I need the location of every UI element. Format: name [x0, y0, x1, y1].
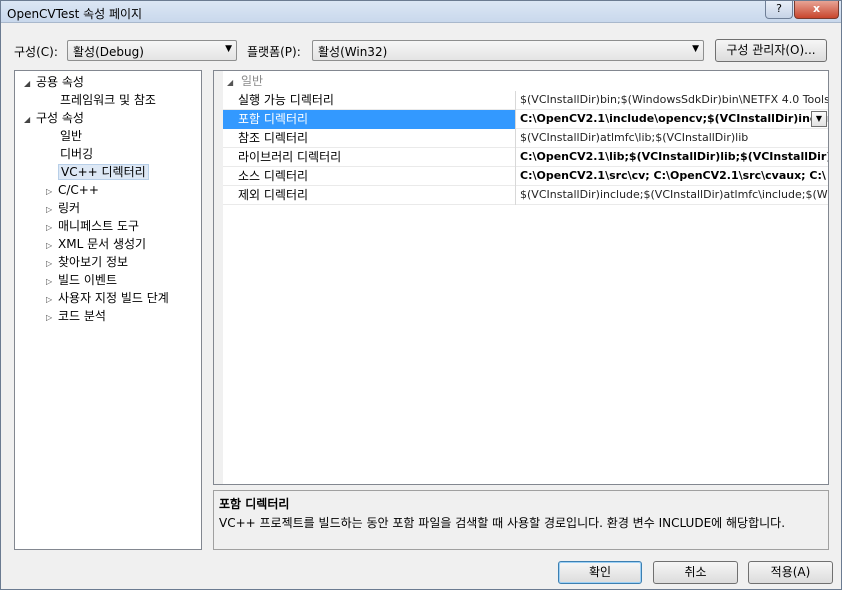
tree-item[interactable]: ▷ 사용자 지정 빌드 단계 [46, 290, 169, 308]
chevron-down-icon: ▼ [692, 44, 699, 54]
expander-icon[interactable]: ▷ [46, 202, 58, 218]
description-text: VC++ 프로젝트를 빌드하는 동안 포함 파일을 검색할 때 사용할 경로입니… [219, 516, 786, 530]
expander-icon[interactable]: ◢ [24, 76, 36, 92]
property-name: 참조 디렉터리 [223, 129, 516, 148]
property-row[interactable]: 참조 디렉터리 $(VCInstallDir)atlmfc\lib;$(VCIn… [223, 129, 828, 148]
chevron-down-icon: ▼ [225, 44, 232, 54]
config-combo[interactable]: 활성(Debug) ▼ [67, 40, 237, 61]
tree-item[interactable]: ▷ 매니페스트 도구 [46, 218, 139, 236]
value-dropdown-button[interactable]: ▼ [811, 111, 827, 127]
property-value[interactable]: C:\OpenCV2.1\src\cv; C:\OpenCV2.1\src\cv… [517, 167, 828, 186]
tree-item-label: 공용 속성 [36, 75, 84, 89]
tree-item-label: 빌드 이벤트 [58, 273, 118, 287]
property-value[interactable]: $(VCInstallDir)include;$(VCInstallDir)at… [517, 186, 828, 205]
expander-icon[interactable]: ▷ [46, 256, 58, 272]
expander-icon[interactable]: ▷ [46, 184, 58, 200]
property-name: 포함 디렉터리 [223, 110, 516, 129]
tree-item[interactable]: ◢ 구성 속성 [24, 110, 84, 128]
tree-item-label: 링커 [58, 201, 81, 215]
tree-item-label: XML 문서 생성기 [58, 237, 147, 251]
tree-item[interactable]: ▷ 코드 분석 [46, 308, 106, 326]
expander-icon[interactable]: ◢ [227, 74, 241, 92]
property-row[interactable]: 소스 디렉터리 C:\OpenCV2.1\src\cv; C:\OpenCV2.… [223, 167, 828, 186]
property-tree[interactable]: ◢ 공용 속성 프레임워크 및 참조 ◢ 구성 속성 일반 디버깅 VC++ 디렉터… [14, 70, 202, 550]
cancel-button[interactable]: 취소 [653, 561, 738, 584]
expander-icon[interactable]: ▷ [46, 220, 58, 236]
platform-combo[interactable]: 활성(Win32) ▼ [312, 40, 704, 61]
expander-icon[interactable]: ▷ [46, 238, 58, 254]
window-title: OpenCVTest 속성 페이지 [7, 7, 143, 21]
config-label: 구성(C): [14, 45, 58, 59]
tree-item[interactable]: ▷ 찾아보기 정보 [46, 254, 128, 272]
help-button[interactable]: ? [765, 1, 793, 19]
tree-item[interactable]: ▷ 빌드 이벤트 [46, 272, 117, 290]
property-grid[interactable]: ◢ 일반 실행 가능 디렉터리 $(VCInstallDir)bin;$(Wind… [213, 70, 829, 485]
grid-category-label: 일반 [241, 74, 264, 88]
description-panel: 포함 디렉터리 VC++ 프로젝트를 빌드하는 동안 포함 파일을 검색할 때 … [213, 490, 829, 550]
tree-item[interactable]: ◢ 공용 속성 [24, 74, 84, 92]
ok-button[interactable]: 확인 [558, 561, 642, 584]
expander-icon[interactable]: ▷ [46, 292, 58, 308]
tree-item[interactable]: ▷ 링커 [46, 200, 80, 218]
property-value[interactable]: C:\OpenCV2.1\include\opencv;$(VCInstallD… [517, 110, 828, 129]
tree-item-label: 구성 속성 [36, 111, 84, 125]
tree-item-label: C/C++ [58, 183, 99, 197]
property-value[interactable]: $(VCInstallDir)atlmfc\lib;$(VCInstallDir… [517, 129, 828, 148]
property-pages-window: OpenCVTest 속성 페이지 ? x 구성(C): 활성(Debug) ▼… [0, 0, 842, 590]
apply-button[interactable]: 적용(A) [748, 561, 833, 584]
property-row[interactable]: 라이브러리 디렉터리 C:\OpenCV2.1\lib;$(VCInstallD… [223, 148, 828, 167]
property-row[interactable]: 제외 디렉터리 $(VCInstallDir)include;$(VCInsta… [223, 186, 828, 205]
property-name: 제외 디렉터리 [223, 186, 516, 205]
property-name: 실행 가능 디렉터리 [223, 91, 516, 110]
configuration-toolbar: 구성(C): 활성(Debug) ▼ 플랫폼(P): 활성(Win32) ▼ 구… [1, 38, 841, 62]
expander-icon[interactable]: ▷ [46, 310, 58, 326]
tree-item-label: 사용자 지정 빌드 단계 [58, 291, 169, 305]
property-value[interactable]: C:\OpenCV2.1\lib;$(VCInstallDir)lib;$(VC… [517, 148, 828, 167]
tree-item-label: 찾아보기 정보 [58, 255, 129, 269]
property-row-selected[interactable]: 포함 디렉터리 C:\OpenCV2.1\include\opencv;$(VC… [223, 110, 828, 129]
property-value[interactable]: $(VCInstallDir)bin;$(WindowsSdkDir)bin\N… [517, 91, 828, 110]
description-title: 포함 디렉터리 [219, 497, 290, 511]
config-combo-value: 활성(Debug) [73, 45, 144, 59]
tree-item-label: 매니페스트 도구 [58, 219, 140, 233]
tree-item[interactable]: ▷ C/C++ [46, 182, 99, 200]
tree-item-label: 프레임워크 및 참조 [60, 93, 156, 107]
config-manager-button[interactable]: 구성 관리자(O)... [715, 39, 827, 62]
tree-item[interactable]: 프레임워크 및 참조 [60, 92, 156, 110]
expander-icon[interactable]: ▷ [46, 274, 58, 290]
property-name: 라이브러리 디렉터리 [223, 148, 516, 167]
property-row[interactable]: 실행 가능 디렉터리 $(VCInstallDir)bin;$(WindowsS… [223, 91, 828, 110]
tree-item[interactable]: ▷ XML 문서 생성기 [46, 236, 146, 254]
tree-item-label: VC++ 디렉터리 [58, 164, 149, 180]
tree-item[interactable]: 디버깅 [60, 146, 93, 164]
platform-combo-value: 활성(Win32) [318, 45, 388, 59]
tree-item-selected[interactable]: VC++ 디렉터리 [58, 164, 149, 182]
platform-label: 플랫폼(P): [247, 45, 301, 59]
expander-icon[interactable]: ◢ [24, 112, 36, 128]
tree-item[interactable]: 일반 [60, 128, 82, 146]
tree-item-label: 코드 분석 [58, 309, 106, 323]
grid-category[interactable]: ◢ 일반 [223, 72, 828, 90]
tree-item-label: 디버깅 [60, 147, 94, 161]
title-bar[interactable]: OpenCVTest 속성 페이지 ? x [1, 1, 841, 23]
grid-gutter [214, 71, 223, 484]
property-name: 소스 디렉터리 [223, 167, 516, 186]
close-button[interactable]: x [794, 1, 839, 19]
tree-item-label: 일반 [60, 129, 83, 143]
